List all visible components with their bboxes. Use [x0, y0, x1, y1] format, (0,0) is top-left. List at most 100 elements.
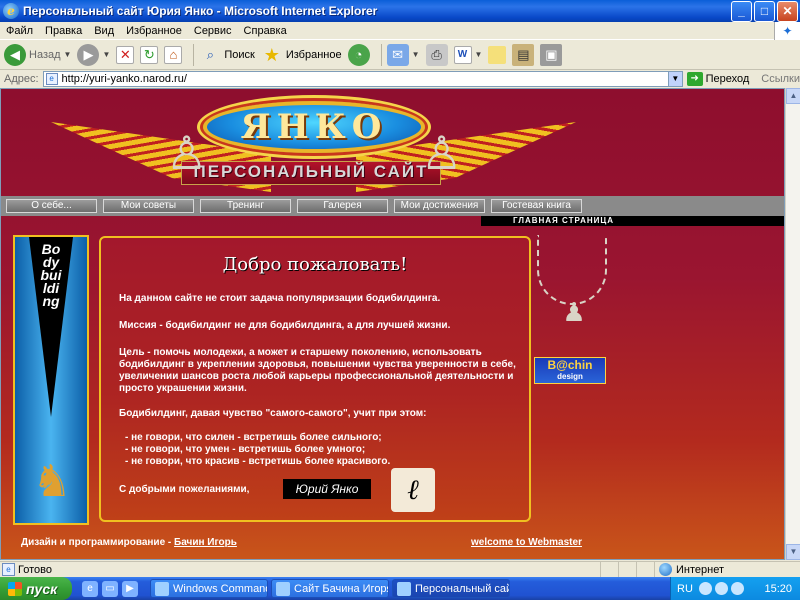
menu-view[interactable]: Вид: [88, 25, 120, 37]
logo-text: ЯНКО: [240, 107, 388, 147]
toolbar-separator: [193, 43, 195, 66]
network-icon[interactable]: [698, 582, 712, 595]
volume-icon[interactable]: [714, 582, 728, 595]
nav-guestbook[interactable]: Гостевая книга: [491, 199, 582, 213]
ie-task-icon: [276, 581, 290, 596]
main-page-label: ГЛАВНАЯ СТРАНИЦА: [481, 216, 784, 226]
quick-launch: e ▭ ▶: [82, 580, 142, 597]
research-icon: ▤: [512, 43, 535, 66]
research-button[interactable]: ▤: [512, 43, 535, 66]
menu-file[interactable]: Файл: [0, 25, 39, 37]
close-button[interactable]: ✕: [777, 0, 798, 22]
ie-logo-icon: e: [3, 3, 19, 19]
go-arrow-icon[interactable]: ➜: [686, 72, 703, 86]
nav-gallery[interactable]: Галерея: [297, 199, 388, 213]
designer-badge[interactable]: B@chin design: [534, 357, 606, 384]
nav-achievements[interactable]: Мои достижения: [394, 199, 485, 213]
address-input[interactable]: e http://yuri-yanko.narod.ru/ ▼: [42, 71, 683, 87]
back-arrow-icon: ◀: [4, 43, 26, 66]
history-button[interactable]: ◔: [347, 43, 370, 66]
autograph-icon: ℓ: [391, 468, 435, 512]
forward-button[interactable]: ▶ ▼: [77, 43, 110, 66]
edit-button[interactable]: W ▼: [453, 45, 483, 64]
scroll-down-icon[interactable]: ▼: [786, 544, 800, 560]
refresh-button[interactable]: ↻: [140, 45, 159, 64]
search-button[interactable]: ⌕ Поиск: [199, 44, 255, 66]
back-dropdown-icon[interactable]: ▼: [64, 50, 72, 59]
windows-logo-icon: ✦: [774, 21, 800, 40]
list-item: - не говори, что умен - встретишь более …: [125, 444, 366, 455]
forward-dropdown-icon[interactable]: ▼: [102, 50, 110, 59]
task-personal-site[interactable]: Персональный сайт ...: [392, 579, 510, 598]
start-label: пуск: [26, 580, 58, 597]
favorites-button[interactable]: ★ Избранное: [261, 44, 342, 66]
vertical-scrollbar[interactable]: ▲ ▼: [785, 88, 800, 560]
task-bachin-site[interactable]: Сайт Бачина Игоря -...: [271, 579, 389, 598]
media-quicklaunch-icon[interactable]: ▶: [122, 580, 138, 597]
favorites-label: Избранное: [285, 48, 342, 61]
site-logo[interactable]: ЯНКО: [203, 101, 425, 153]
task-windows-commander[interactable]: Windows Commander...: [150, 579, 268, 598]
menu-help[interactable]: Справка: [238, 25, 293, 37]
badge-sub: design: [557, 372, 583, 381]
start-button[interactable]: пуск: [0, 577, 72, 600]
list-item: - не говори, что красив - встретишь боле…: [125, 456, 391, 467]
toolbar: ◀ Назад ▼ ▶ ▼ ✕ ↻ ⌂ ⌕ Поиск ★ Избранное …: [0, 40, 800, 70]
footer-credit: Дизайн и программирование - Бачин Игорь: [21, 537, 237, 548]
back-label: Назад: [29, 48, 61, 61]
nav-advice[interactable]: Мои советы: [103, 199, 194, 213]
language-indicator[interactable]: RU: [677, 583, 693, 595]
address-url[interactable]: http://yuri-yanko.narod.ru/: [62, 73, 668, 85]
security-zone: Интернет: [654, 561, 800, 578]
site-subtitle: ПЕРСОНАЛЬНЫЙ САЙТ: [193, 162, 429, 181]
refresh-icon: ↻: [140, 45, 159, 64]
task-label: Персональный сайт ...: [415, 582, 509, 595]
back-button[interactable]: ◀ Назад ▼: [4, 43, 72, 66]
status-bar: e Готово Интернет: [0, 561, 800, 578]
mail-button[interactable]: ✉ ▼: [386, 43, 420, 66]
pendant-image: ♟: [533, 235, 611, 331]
page-icon: e: [45, 73, 58, 85]
clock[interactable]: 15:20: [764, 583, 792, 595]
menu-tools[interactable]: Сервис: [188, 25, 238, 37]
maximize-button[interactable]: □: [754, 0, 775, 22]
forward-arrow-icon: ▶: [77, 43, 100, 66]
status-cells: [600, 561, 654, 578]
mail-dropdown-icon[interactable]: ▼: [412, 50, 420, 59]
nav-about[interactable]: О себе...: [6, 199, 97, 213]
scroll-up-icon[interactable]: ▲: [786, 88, 800, 104]
go-button[interactable]: Переход: [706, 73, 750, 85]
tray-icons: [698, 582, 747, 595]
nav-training[interactable]: Тренинг: [200, 199, 291, 213]
menu-favorites[interactable]: Избранное: [120, 25, 188, 37]
toolbar-separator: [380, 43, 382, 66]
web-page: ПЕРСОНАЛЬНЫЙ САЙТ ♙ ♙ ЯНКО О себе... Мои…: [0, 88, 785, 560]
ie-quicklaunch-icon[interactable]: e: [82, 580, 98, 597]
address-bar: Адрес: e http://yuri-yanko.narod.ru/ ▼ ➜…: [0, 71, 800, 87]
closing-text: С добрыми пожеланиями,: [119, 484, 250, 495]
window-title-bar[interactable]: e Персональный сайт Юрия Янко - Microsof…: [0, 0, 800, 22]
zone-text: Интернет: [676, 563, 724, 576]
desktop-quicklaunch-icon[interactable]: ▭: [102, 580, 118, 597]
home-icon: ⌂: [164, 45, 183, 64]
site-nav: О себе... Мои советы Тренинг Галерея Мои…: [1, 196, 784, 216]
minimize-button[interactable]: _: [731, 0, 752, 22]
taskbar: пуск e ▭ ▶ Windows Commander... Сайт Бач…: [0, 577, 800, 600]
menu-edit[interactable]: Правка: [39, 25, 88, 37]
security-icon[interactable]: [730, 582, 744, 595]
webmaster-link[interactable]: welcome to Webmaster: [471, 537, 582, 548]
address-dropdown-icon[interactable]: ▼: [667, 72, 682, 86]
links-button[interactable]: Ссылки: [761, 73, 800, 85]
footer-author-link[interactable]: Бачин Игорь: [174, 537, 237, 548]
stop-icon: ✕: [116, 45, 135, 64]
messenger-button[interactable]: ▣: [540, 43, 563, 66]
page-status-icon: e: [2, 563, 15, 576]
print-button[interactable]: ⎙: [425, 43, 448, 66]
status-cell: [600, 561, 618, 578]
list-item: - не говори, что силен - встретишь более…: [125, 432, 382, 443]
stop-button[interactable]: ✕: [116, 45, 135, 64]
home-button[interactable]: ⌂: [164, 45, 183, 64]
discuss-button[interactable]: [488, 45, 507, 64]
paragraph-mission: Миссия - бодибилдинг не для бодибилдинга…: [119, 320, 451, 331]
edit-dropdown-icon[interactable]: ▼: [475, 50, 483, 59]
